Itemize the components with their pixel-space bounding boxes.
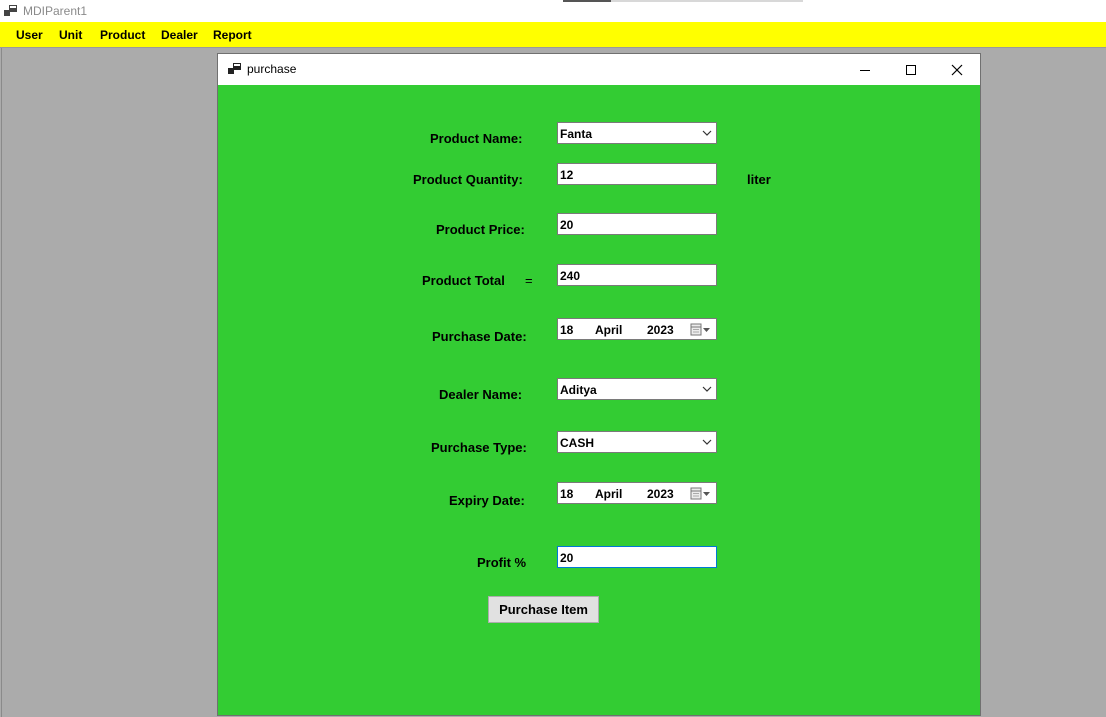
menu-item-product[interactable]: Product — [100, 28, 145, 42]
product-total-input[interactable]: 240 — [557, 264, 717, 286]
purchase-form: Product Name: Fanta Product Quantity: 12… — [218, 85, 980, 715]
product-total-label: Product Total — [422, 273, 505, 288]
product-price-input[interactable]: 20 — [557, 213, 717, 235]
purchase-date-day: 18 — [560, 323, 574, 337]
expiry-date-label: Expiry Date: — [449, 493, 525, 508]
mdi-tab-indicator — [563, 0, 611, 2]
purchase-date-year: 2023 — [647, 323, 674, 337]
purchase-type-value: CASH — [560, 436, 595, 450]
minimize-button[interactable] — [842, 54, 888, 85]
expiry-date-picker[interactable]: 18 April 2023 — [557, 482, 717, 504]
expiry-date-day: 18 — [560, 487, 574, 501]
chevron-down-icon — [702, 130, 712, 136]
purchase-item-button[interactable]: Purchase Item — [488, 596, 599, 623]
purchase-date-month: April — [595, 323, 623, 337]
product-quantity-input[interactable]: 12 — [557, 163, 717, 185]
chevron-down-icon — [702, 439, 712, 445]
menu-bar: User Unit Product Dealer Report — [0, 22, 1106, 48]
calendar-dropdown-icon[interactable] — [690, 323, 712, 336]
chevron-down-icon — [702, 386, 712, 392]
mdi-tab-strip — [563, 0, 803, 2]
product-total-value: 240 — [560, 269, 581, 283]
product-quantity-label: Product Quantity: — [413, 172, 523, 187]
profit-input[interactable]: 20 — [557, 546, 717, 568]
product-name-combo[interactable]: Fanta — [557, 122, 717, 144]
product-price-label: Product Price: — [436, 222, 525, 237]
expiry-date-year: 2023 — [647, 487, 674, 501]
maximize-icon — [906, 64, 916, 75]
calendar-dropdown-icon[interactable] — [690, 487, 712, 500]
product-price-value: 20 — [560, 218, 574, 232]
profit-value: 20 — [560, 551, 574, 565]
product-name-value: Fanta — [560, 127, 593, 141]
close-icon — [951, 64, 963, 75]
minimize-icon — [860, 69, 870, 71]
menu-item-unit[interactable]: Unit — [59, 28, 82, 42]
purchase-window-titlebar[interactable]: purchase — [218, 54, 980, 85]
window-title: purchase — [247, 62, 297, 76]
app-window-icon — [4, 5, 17, 16]
menu-item-report[interactable]: Report — [213, 28, 252, 42]
purchase-type-combo[interactable]: CASH — [557, 431, 717, 453]
window-icon — [228, 63, 241, 74]
maximize-button[interactable] — [888, 54, 934, 85]
dealer-name-label: Dealer Name: — [439, 387, 523, 402]
purchase-type-label: Purchase Type: — [431, 440, 527, 455]
menu-item-dealer[interactable]: Dealer — [161, 28, 198, 42]
dealer-name-value: Aditya — [560, 383, 597, 397]
expiry-date-month: April — [595, 487, 623, 501]
mdi-titlebar: MDIParent1 — [0, 0, 1106, 22]
profit-label: Profit % — [477, 555, 527, 570]
product-name-label: Product Name: — [430, 131, 523, 146]
dealer-name-combo[interactable]: Aditya — [557, 378, 717, 400]
app-title: MDIParent1 — [23, 4, 88, 18]
purchase-date-label: Purchase Date: — [432, 329, 527, 344]
menu-item-user[interactable]: User — [16, 28, 43, 42]
equals-sign: = — [525, 273, 533, 288]
purchase-date-picker[interactable]: 18 April 2023 — [557, 318, 717, 340]
purchase-window: purchase Product Name: Fanta Product Qua… — [217, 53, 981, 716]
unit-label: liter — [747, 172, 771, 187]
close-button[interactable] — [934, 54, 980, 85]
product-quantity-value: 12 — [560, 168, 574, 182]
